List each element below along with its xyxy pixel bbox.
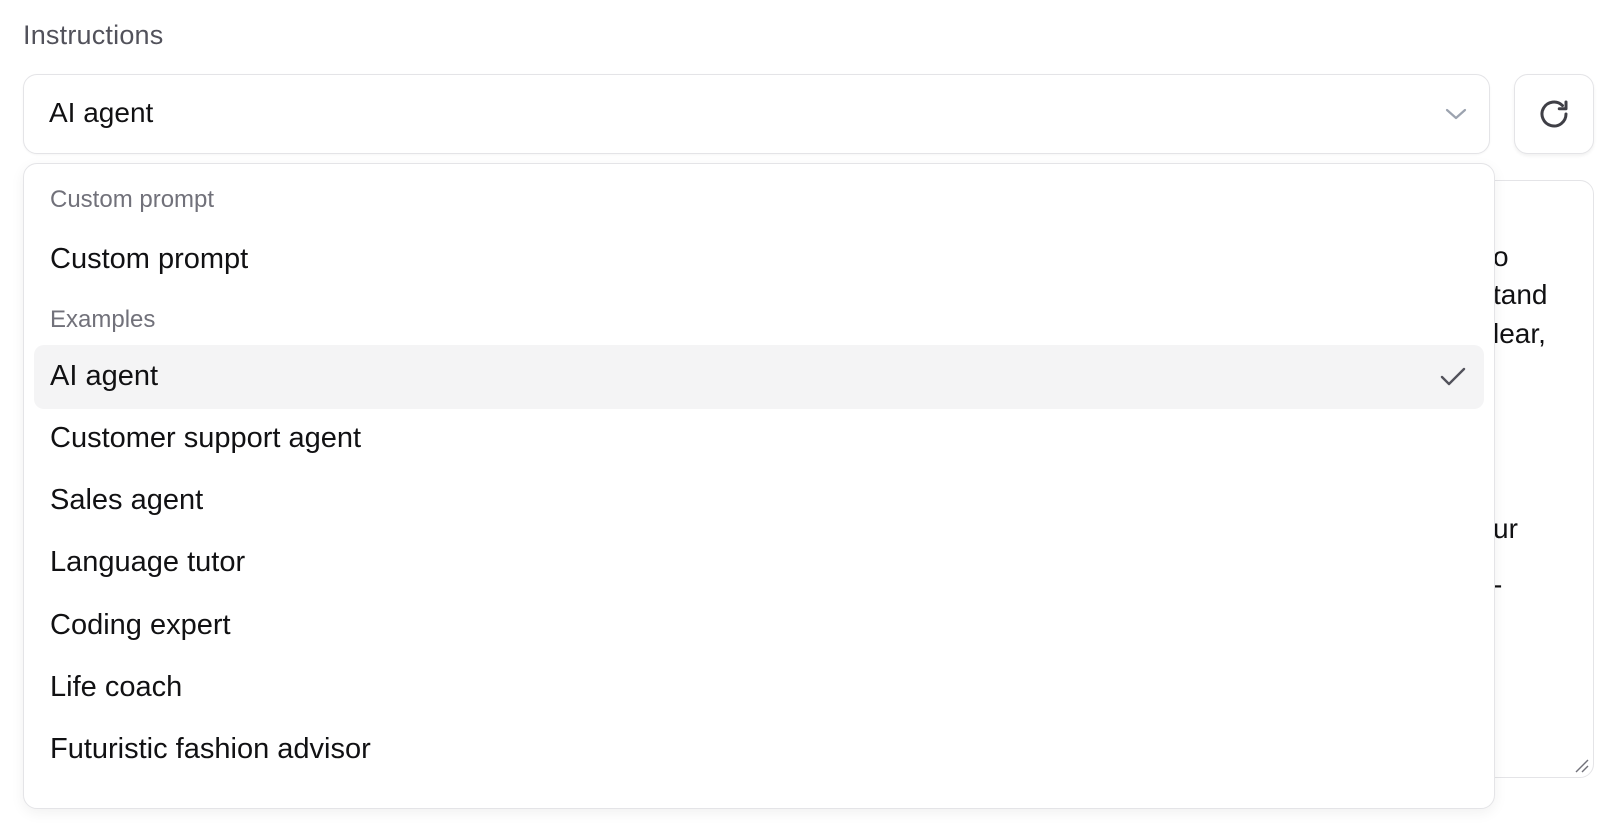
- option-label: Custom prompt: [50, 243, 249, 275]
- chevron-down-icon: [1445, 108, 1467, 120]
- option-life-coach[interactable]: Life coach: [34, 656, 1484, 720]
- option-coding-expert[interactable]: Coding expert: [34, 594, 1484, 658]
- option-sales-agent[interactable]: Sales agent: [34, 469, 1484, 533]
- textarea-text-fragment: lear,: [1493, 318, 1546, 349]
- check-icon: [1440, 367, 1466, 386]
- instructions-textarea[interactable]: o tand lear, ur -: [1480, 180, 1594, 778]
- reset-prompt-button[interactable]: [1514, 74, 1594, 154]
- resize-handle-icon[interactable]: [1573, 757, 1589, 773]
- group-label-examples: Examples: [50, 306, 156, 333]
- option-customer-support-agent[interactable]: Customer support agent: [34, 407, 1484, 471]
- textarea-text-fragment: o: [1493, 241, 1509, 272]
- option-ai-agent[interactable]: AI agent: [34, 345, 1484, 409]
- option-label: AI agent: [50, 360, 159, 392]
- instructions-preset-select[interactable]: AI agent: [23, 74, 1490, 154]
- option-custom-prompt[interactable]: Custom prompt: [34, 228, 1484, 292]
- option-label: Language tutor: [50, 546, 246, 578]
- textarea-text-fragment: tand: [1493, 279, 1548, 310]
- option-language-tutor[interactable]: Language tutor: [34, 531, 1484, 595]
- option-label: Customer support agent: [50, 422, 362, 454]
- instructions-dropdown-menu: Custom prompt Custom prompt Examples AI …: [23, 163, 1495, 809]
- instructions-label: Instructions: [23, 20, 164, 50]
- option-label: Sales agent: [50, 484, 204, 516]
- option-label: Futuristic fashion advisor: [50, 733, 371, 765]
- textarea-text-fragment: ur: [1493, 513, 1518, 544]
- option-label: Life coach: [50, 671, 183, 703]
- group-label-custom-prompt: Custom prompt: [50, 186, 215, 213]
- option-futuristic-fashion-advisor[interactable]: Futuristic fashion advisor: [34, 718, 1484, 782]
- refresh-icon: [1540, 100, 1568, 128]
- select-value: AI agent: [49, 97, 154, 128]
- option-label: Coding expert: [50, 609, 231, 641]
